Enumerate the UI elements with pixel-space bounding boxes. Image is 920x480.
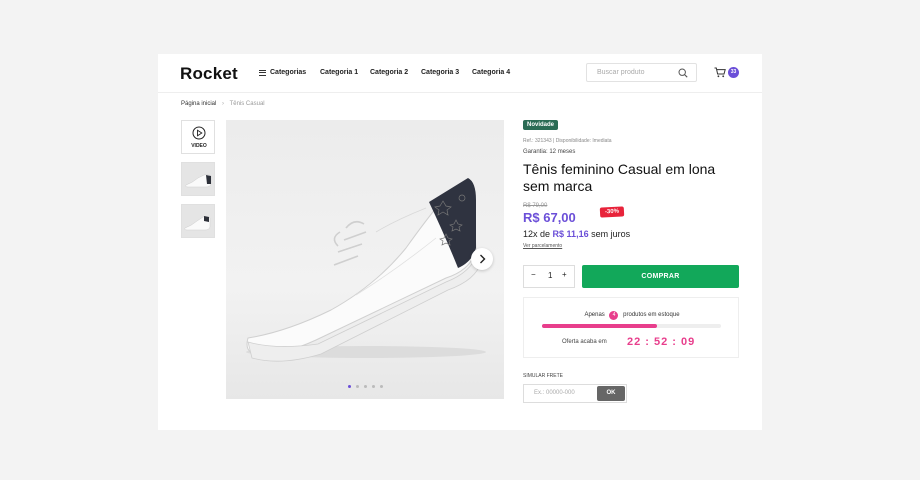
discount-badge: -30%	[599, 206, 625, 218]
thumbnail-video[interactable]: VIDEO	[181, 120, 215, 154]
cart-count-badge: 33	[728, 67, 739, 78]
nav-categoria-1[interactable]: Categoria 1	[320, 69, 358, 76]
countdown-timer: 22 : 52 : 09	[627, 336, 696, 348]
product-ref: Ref.: 321343 | Disponibilidade: Imediata	[523, 138, 612, 144]
stock-box: Apenas 4 produtos em estoque Oferta acab…	[523, 297, 739, 358]
search-placeholder: Buscar produto	[597, 69, 645, 76]
shoe-thumbnail-image	[184, 216, 211, 231]
nav-categoria-3[interactable]: Categoria 3	[421, 69, 459, 76]
quantity-value[interactable]: 1	[548, 271, 552, 280]
warranty-text: Garantia: 12 meses	[523, 149, 576, 155]
installments-prefix: 12x de	[523, 229, 551, 239]
offer-label: Oferta acaba em	[562, 339, 607, 345]
chevron-right-icon	[480, 254, 486, 264]
nav-categorias[interactable]: Categorias	[259, 69, 306, 76]
zip-placeholder: Ex.: 00000-000	[534, 390, 575, 396]
carousel-dot[interactable]	[348, 385, 351, 388]
shipping-label: SIMULAR FRETE	[523, 373, 564, 379]
video-label: VIDEO	[191, 143, 207, 149]
shoe-image	[246, 178, 486, 362]
play-icon	[192, 126, 206, 140]
breadcrumb: Página inicial › Tênis Casual	[181, 101, 265, 107]
shoe-thumbnail-image	[185, 174, 212, 188]
carousel-dot[interactable]	[356, 385, 359, 388]
stock-count: 4	[609, 311, 619, 320]
quantity-stepper: − 1 +	[523, 265, 575, 288]
product-title: Tênis feminino Casual em lona sem marca	[523, 161, 716, 194]
product-page: Rocket Categorias Categoria 1 Categoria …	[158, 54, 762, 430]
novidade-badge: Novidade	[523, 120, 559, 130]
menu-icon	[259, 69, 266, 76]
cart-icon[interactable]	[714, 67, 726, 78]
stock-prefix: Apenas	[584, 312, 605, 318]
installments-text: 12x de R$ 11,16 sem juros	[523, 229, 630, 239]
thumbnail-image-2[interactable]	[181, 204, 215, 238]
minus-icon[interactable]: −	[531, 270, 536, 279]
installments-suffix: sem juros	[591, 229, 631, 239]
search-icon[interactable]	[678, 68, 688, 78]
stock-suffix: produtos em estoque	[623, 312, 680, 318]
old-price: R$ 79,00	[523, 203, 548, 209]
main-product-image	[226, 120, 504, 399]
current-price: R$ 67,00	[523, 210, 576, 225]
breadcrumb-current: Tênis Casual	[229, 101, 265, 107]
nav-categoria-4[interactable]: Categoria 4	[472, 69, 510, 76]
breadcrumb-home[interactable]: Página inicial	[181, 101, 216, 107]
stock-progress-fill	[542, 324, 657, 328]
ok-button[interactable]: OK	[597, 386, 625, 401]
installments-value: R$ 11,16	[552, 229, 589, 239]
breadcrumb-separator: ›	[222, 101, 225, 107]
thumbnail-image-1[interactable]	[181, 162, 215, 196]
carousel-dots	[348, 385, 383, 388]
carousel-dot[interactable]	[364, 385, 367, 388]
search-input[interactable]: Buscar produto	[586, 63, 697, 82]
site-header: Rocket Categorias Categoria 1 Categoria …	[158, 54, 762, 93]
buy-button[interactable]: COMPRAR	[582, 265, 739, 288]
carousel-dot[interactable]	[372, 385, 375, 388]
nav-categoria-2[interactable]: Categoria 2	[370, 69, 408, 76]
carousel-dot[interactable]	[380, 385, 383, 388]
stock-progress-bar	[542, 324, 721, 328]
installments-link[interactable]: Ver parcelamento	[523, 243, 562, 249]
plus-icon[interactable]: +	[562, 270, 567, 279]
nav-categorias-label: Categorias	[270, 69, 307, 76]
next-image-button[interactable]	[471, 248, 493, 270]
stock-message: Apenas 4 produtos em estoque	[524, 311, 740, 320]
logo[interactable]: Rocket	[180, 64, 238, 84]
